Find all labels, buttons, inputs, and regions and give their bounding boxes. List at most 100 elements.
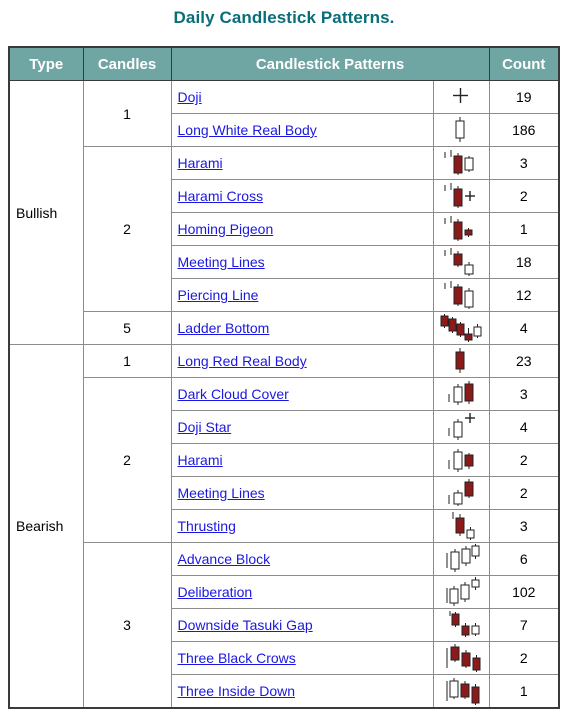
pattern-link[interactable]: Meeting Lines xyxy=(178,485,265,501)
table-body: Bullish 1 Doji 19 Long White Real Body 186 2 Ha… xyxy=(8,80,560,709)
pattern-count-cell: 18 xyxy=(488,245,560,279)
pattern-name-cell: Long Red Real Body xyxy=(170,344,434,378)
pattern-name-cell: Harami xyxy=(170,443,434,477)
pattern-count-cell: 6 xyxy=(488,542,560,576)
piercing-line-icon xyxy=(444,281,474,309)
pattern-count-cell: 2 xyxy=(488,443,560,477)
pattern-count-cell: 3 xyxy=(488,509,560,543)
bearish-harami-icon xyxy=(448,449,474,472)
pattern-name-cell: Three Black Crows xyxy=(170,641,434,675)
pattern-count-cell: 2 xyxy=(488,179,560,213)
column-header-candles: Candles xyxy=(82,46,172,81)
pattern-link[interactable]: Doji Star xyxy=(178,419,232,435)
table-row: Bullish 1 Doji 19 xyxy=(8,80,560,345)
pattern-glyph-cell xyxy=(432,80,490,114)
pattern-name-cell: Doji xyxy=(170,80,434,114)
pattern-count-cell: 19 xyxy=(488,80,560,114)
pattern-link[interactable]: Homing Pigeon xyxy=(178,221,274,237)
bearish-meeting-lines-icon xyxy=(448,479,474,506)
bullish-harami-cross-icon xyxy=(444,183,475,208)
pattern-link[interactable]: Ladder Bottom xyxy=(178,320,270,336)
advance-block-icon xyxy=(446,544,480,572)
pattern-count-cell: 1 xyxy=(488,674,560,709)
pattern-name-cell: Meeting Lines xyxy=(170,476,434,510)
pattern-link[interactable]: Dark Cloud Cover xyxy=(178,386,289,402)
doji-cross-icon xyxy=(453,88,468,103)
pattern-glyph-cell xyxy=(432,443,490,477)
pattern-link[interactable]: Harami Cross xyxy=(178,188,264,204)
pattern-count-cell: 2 xyxy=(488,641,560,675)
patterns-table-container: Type Candles Candlestick Patterns Count … xyxy=(8,46,561,709)
page-title: Daily Candlestick Patterns. xyxy=(173,8,395,27)
candles-count-cell: 3 xyxy=(82,542,172,709)
pattern-name-cell: Advance Block xyxy=(170,542,434,576)
bullish-harami-icon xyxy=(444,150,474,175)
long-red-candle-icon xyxy=(455,348,465,373)
pattern-count-cell: 12 xyxy=(488,278,560,312)
pattern-link[interactable]: Thrusting xyxy=(178,518,236,534)
pattern-name-cell: Deliberation xyxy=(170,575,434,609)
pattern-glyph-cell xyxy=(432,509,490,543)
bearish-doji-star-icon xyxy=(448,413,475,440)
pattern-name-cell: Ladder Bottom xyxy=(170,311,434,345)
candles-count-cell: 2 xyxy=(82,377,172,543)
pattern-glyph-cell xyxy=(432,344,490,378)
pattern-type-cell: Bullish xyxy=(8,80,84,345)
candles-count-cell: 1 xyxy=(82,344,172,378)
pattern-link[interactable]: Harami xyxy=(178,155,223,171)
pattern-link[interactable]: Doji xyxy=(178,89,202,105)
pattern-name-cell: Three Inside Down xyxy=(170,674,434,709)
pattern-link[interactable]: Long Red Real Body xyxy=(178,353,307,369)
three-inside-down-icon xyxy=(446,678,480,705)
table-row: 5 Ladder Bottom 4 xyxy=(9,311,560,345)
pattern-count-cell: 2 xyxy=(488,476,560,510)
column-header-patterns: Candlestick Patterns xyxy=(170,46,490,81)
pattern-count-cell: 3 xyxy=(488,377,560,411)
pattern-link[interactable]: Long White Real Body xyxy=(178,122,317,138)
pattern-link[interactable]: Piercing Line xyxy=(178,287,259,303)
thrusting-icon xyxy=(452,512,475,540)
pattern-link[interactable]: Three Inside Down xyxy=(178,683,296,699)
downside-tasuki-gap-icon xyxy=(449,611,480,637)
pattern-link[interactable]: Downside Tasuki Gap xyxy=(178,617,313,633)
deliberation-icon xyxy=(446,577,480,606)
pattern-type-cell: Bearish xyxy=(8,344,84,709)
pattern-count-cell: 3 xyxy=(488,146,560,180)
pattern-name-cell: Harami Cross xyxy=(170,179,434,213)
candles-count-cell: 1 xyxy=(82,80,172,147)
pattern-name-cell: Homing Pigeon xyxy=(170,212,434,246)
candles-count-cell: 5 xyxy=(82,311,172,345)
candles-count-cell: 2 xyxy=(82,146,172,312)
pattern-link[interactable]: Advance Block xyxy=(178,551,271,567)
pattern-glyph-cell xyxy=(432,278,490,312)
pattern-link[interactable]: Harami xyxy=(178,452,223,468)
pattern-name-cell: Harami xyxy=(170,146,434,180)
pattern-count-cell: 4 xyxy=(488,311,560,345)
pattern-count-cell: 7 xyxy=(488,608,560,642)
pattern-glyph-cell xyxy=(432,377,490,411)
pattern-count-cell: 102 xyxy=(488,575,560,609)
bullish-meeting-lines-icon xyxy=(444,248,474,276)
pattern-link[interactable]: Three Black Crows xyxy=(178,650,296,666)
pattern-glyph-cell xyxy=(432,641,490,675)
pattern-glyph-cell xyxy=(432,410,490,444)
table-row: 2 Dark Cloud Cover 3 xyxy=(9,377,560,543)
pattern-link[interactable]: Deliberation xyxy=(178,584,253,600)
pattern-count-cell: 23 xyxy=(488,344,560,378)
pattern-count-cell: 1 xyxy=(488,212,560,246)
pattern-glyph-cell xyxy=(432,542,490,576)
pattern-glyph-cell xyxy=(432,212,490,246)
table-row: 3 Advance Block 6 xyxy=(9,542,560,709)
pattern-name-cell: Downside Tasuki Gap xyxy=(170,608,434,642)
pattern-glyph-cell xyxy=(432,245,490,279)
pattern-link[interactable]: Meeting Lines xyxy=(178,254,265,270)
pattern-name-cell: Meeting Lines xyxy=(170,245,434,279)
pattern-glyph-cell xyxy=(432,146,490,180)
pattern-glyph-cell xyxy=(432,179,490,213)
candlestick-patterns-table: Type Candles Candlestick Patterns Count … xyxy=(8,46,561,709)
table-header-row: Type Candles Candlestick Patterns Count xyxy=(8,46,560,81)
pattern-glyph-cell xyxy=(432,113,490,147)
pattern-glyph-cell xyxy=(432,311,490,345)
long-white-candle-icon xyxy=(455,117,465,142)
pattern-name-cell: Long White Real Body xyxy=(170,113,434,147)
